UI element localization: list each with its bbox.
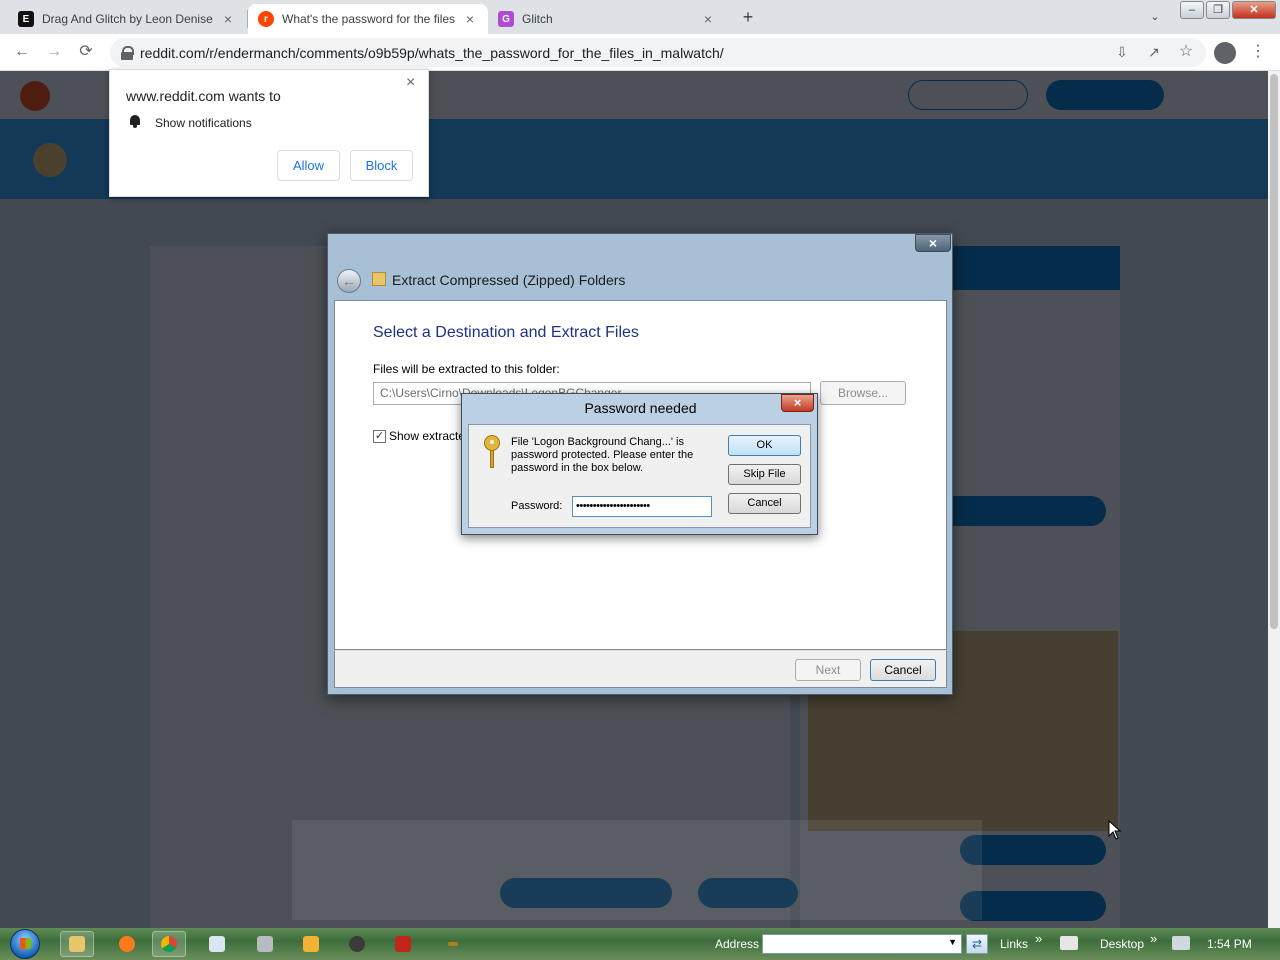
password-dialog: Password needed × File 'Logon Background…	[461, 393, 818, 535]
back-button[interactable]: ←	[10, 40, 34, 64]
permission-text: Show notifications	[155, 116, 252, 130]
password-label: Password:	[511, 500, 563, 512]
url-text: reddit.com/r/endermanch/comments/o9b59p/…	[140, 44, 724, 61]
allow-button[interactable]: Allow	[277, 150, 340, 181]
notepad-icon[interactable]	[200, 931, 234, 957]
star-icon[interactable]: ☆	[1174, 40, 1198, 64]
menu-icon[interactable]: ⋮	[1246, 40, 1270, 64]
block-button[interactable]: Block	[350, 150, 413, 181]
tab-title: Drag And Glitch by Leon Denise	[42, 12, 213, 26]
firefox-icon[interactable]	[110, 931, 144, 957]
ok-button[interactable]: OK	[728, 435, 801, 456]
scrollbar-thumb[interactable]	[1270, 74, 1278, 629]
reload-button[interactable]: ⟳	[74, 40, 98, 64]
notification-permission-popup: www.reddit.com wants to × Show notificat…	[109, 69, 429, 197]
show-extracted-checkbox[interactable]: ✓	[373, 430, 386, 443]
tab-title: Glitch	[522, 12, 553, 26]
wizard-footer: Next Cancel	[334, 650, 947, 688]
address-label: Address	[715, 937, 760, 951]
share-icon[interactable]: ↗	[1142, 40, 1166, 64]
chrome-icon[interactable]	[152, 931, 186, 957]
clock[interactable]: 1:54 PM	[1207, 937, 1252, 951]
forward-button[interactable]: →	[42, 40, 66, 64]
wizard-close-button[interactable]: ×	[915, 234, 951, 252]
password-dialog-title: Password needed	[584, 400, 697, 416]
app2-icon[interactable]	[386, 931, 420, 957]
tab-drag-and-glitch[interactable]: E Drag And Glitch by Leon Denise ×	[8, 4, 246, 34]
keyboard-icon[interactable]	[1060, 936, 1078, 950]
close-icon[interactable]: ×	[462, 11, 478, 27]
windows-taskbar: Address ▼ ⇄ Links » Desktop » 1:54 PM	[0, 928, 1280, 960]
explorer-icon[interactable]	[60, 931, 94, 957]
media-player-icon[interactable]	[294, 931, 328, 957]
network-icon[interactable]	[1172, 936, 1190, 950]
printer-icon[interactable]	[248, 931, 282, 957]
password-message: File 'Logon Background Chang...' is pass…	[511, 436, 694, 474]
taskbar-address-input[interactable]: ▼	[762, 934, 962, 954]
wizard-heading: Select a Destination and Extract Files	[373, 324, 639, 341]
close-icon[interactable]: ×	[406, 74, 415, 92]
install-icon[interactable]: ⇩	[1110, 40, 1134, 64]
zip-folder-icon	[372, 272, 386, 286]
next-button[interactable]: Next	[795, 659, 861, 681]
close-icon[interactable]: ×	[220, 11, 236, 27]
folder-label: Files will be extracted to this folder:	[373, 362, 560, 376]
cookie-banner	[292, 820, 982, 920]
tab-favicon: E	[18, 11, 34, 27]
windows-orb-icon[interactable]	[10, 929, 40, 959]
links-label[interactable]: Links	[1000, 937, 1028, 951]
key-icon	[483, 435, 501, 469]
go-icon[interactable]: ⇄	[966, 934, 988, 954]
lock-icon[interactable]	[120, 45, 134, 60]
minimize-button[interactable]: –	[1180, 1, 1204, 19]
links-chevron[interactable]: »	[1035, 931, 1042, 946]
tab-strip: E Drag And Glitch by Leon Denise × r Wha…	[0, 0, 1280, 34]
browser-toolbar: ← → ⟳ reddit.com/r/endermanch/comments/o…	[0, 34, 1280, 71]
profile-icon[interactable]	[1214, 42, 1236, 64]
skip-file-button[interactable]: Skip File	[728, 464, 801, 485]
tab-title: What's the password for the files	[282, 12, 456, 26]
password-cancel-button[interactable]: Cancel	[728, 493, 801, 514]
show-extracted-label: Show extracte	[389, 429, 466, 443]
app3-icon[interactable]	[436, 931, 470, 957]
window-close-button[interactable]: ✕	[1232, 1, 1276, 19]
browse-button[interactable]: Browse...	[820, 381, 906, 405]
password-input[interactable]: ••••••••••••••••••••••	[572, 496, 712, 517]
desktop-label[interactable]: Desktop	[1100, 937, 1144, 951]
desktop-chevron[interactable]: »	[1150, 931, 1157, 946]
password-dialog-body: File 'Logon Background Chang...' is pass…	[468, 424, 811, 528]
close-icon[interactable]: ×	[700, 11, 716, 27]
start-button[interactable]	[6, 928, 46, 960]
password-dialog-close-button[interactable]: ×	[781, 394, 814, 412]
tab-reddit-password[interactable]: r What's the password for the files ×	[248, 4, 488, 34]
tab-favicon: r	[258, 11, 274, 27]
app-icon[interactable]	[340, 931, 374, 957]
permission-title: www.reddit.com wants to	[126, 88, 281, 104]
chevron-down-icon[interactable]: ⌄	[1144, 7, 1166, 27]
bell-icon	[129, 115, 141, 128]
tab-glitch[interactable]: G Glitch ×	[488, 4, 726, 34]
wizard-cancel-button[interactable]: Cancel	[870, 659, 936, 681]
back-arrow-icon[interactable]: ←	[337, 269, 361, 293]
new-tab-button[interactable]: +	[738, 7, 758, 27]
wizard-title: Extract Compressed (Zipped) Folders	[392, 272, 626, 288]
address-bar[interactable]: reddit.com/r/endermanch/comments/o9b59p/…	[110, 38, 1206, 67]
tab-favicon: G	[498, 11, 514, 27]
maximize-button[interactable]: ❐	[1206, 1, 1230, 19]
